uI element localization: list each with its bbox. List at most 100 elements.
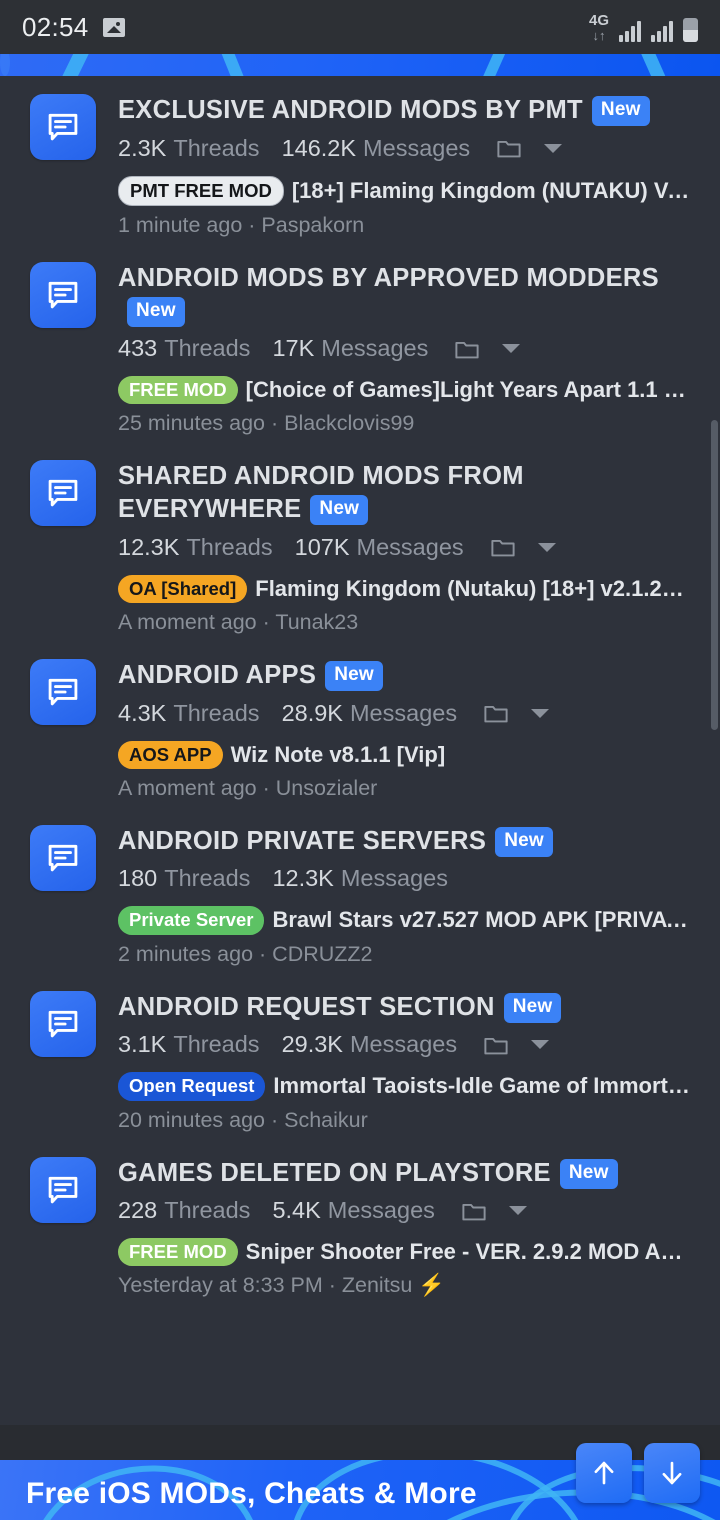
forum-node-last-post[interactable]: FREE MOD Sniper Shooter Free - VER. 2.9.2… — [118, 1238, 694, 1298]
last-post-line: PMT FREE MOD [18+] Flaming Kingdom (NUTAK… — [118, 175, 694, 206]
vertical-scrollbar[interactable] — [711, 420, 718, 730]
battery-icon — [683, 17, 698, 42]
forum-node-last-post[interactable]: Private Server Brawl Stars v27.527 MOD AP… — [118, 906, 694, 966]
chevron-down-icon[interactable] — [508, 1206, 527, 1216]
forum-node-title[interactable]: ANDROID MODS BY APPROVED MODDERS New — [118, 262, 694, 327]
thread-prefix-badge[interactable]: PMT FREE MOD — [118, 175, 284, 206]
last-post-title: [18+] Flaming Kingdom (NUTAKU) Ver. 2.1.… — [291, 177, 694, 203]
top-banner[interactable] — [0, 54, 720, 76]
messages-label: Messages — [349, 1031, 458, 1058]
last-post-meta: 25 minutes ago · Blackclovis99 — [118, 411, 415, 436]
messages-count: 107K — [294, 533, 350, 560]
messages-label: Messages — [363, 134, 471, 161]
banner-swoosh-icon — [61, 54, 93, 76]
folder-icon[interactable] — [496, 137, 522, 159]
threads-count: 12.3K — [118, 533, 180, 560]
new-badge: New — [127, 296, 185, 327]
forum-node-item[interactable]: ANDROID MODS BY APPROVED MODDERS New 433 Th… — [0, 244, 720, 443]
messages-count: 12.3K — [272, 865, 334, 892]
status-bar-left: 02:54 — [22, 12, 125, 43]
forum-node-body: ANDROID APPS New 4.3K Threads 28.9K Messages A… — [96, 659, 694, 801]
last-post-title: Wiz Note v8.1.1 [Vip] — [230, 741, 446, 767]
forum-node-item[interactable]: ANDROID REQUEST SECTION New 3.1K Threads 29.… — [0, 973, 720, 1139]
new-badge: New — [559, 1158, 618, 1189]
thread-prefix-badge[interactable]: Private Server — [118, 906, 265, 935]
forum-node-last-post[interactable]: Open Request Immortal Taoists-Idle Game o… — [118, 1072, 694, 1132]
last-post-line: FREE MOD Sniper Shooter Free - VER. 2.9.2… — [118, 1238, 694, 1267]
threads-count: 228 — [118, 1197, 158, 1224]
forum-node-title-text: ANDROID APPS — [118, 660, 317, 689]
last-post-meta: 2 minutes ago · CDRUZZ2 — [118, 941, 373, 966]
forum-message-icon — [30, 990, 96, 1057]
forum-node-body: SHARED ANDROID MODS FROM EVERYWHERE New 12… — [96, 460, 694, 635]
chevron-down-icon[interactable] — [502, 344, 521, 354]
thread-prefix-badge[interactable]: AOS APP — [118, 740, 223, 769]
chevron-down-icon[interactable] — [537, 542, 556, 552]
forum-node-stats: 12.3K Threads 107K Messages — [118, 534, 694, 561]
last-post-meta: A moment ago · Tunak23 — [118, 609, 359, 634]
scroll-up-button[interactable] — [576, 1443, 632, 1503]
folder-icon[interactable] — [454, 338, 480, 360]
forum-node-title-text: GAMES DELETED ON PLAYSTORE — [118, 1158, 551, 1187]
messages-count: 29.3K — [281, 1031, 343, 1058]
threads-label: Threads — [173, 134, 260, 161]
thread-prefix-badge[interactable]: Open Request — [118, 1072, 266, 1101]
forum-node-title[interactable]: SHARED ANDROID MODS FROM EVERYWHERE New — [118, 460, 694, 526]
forum-node-stats: 3.1K Threads 29.3K Messages — [118, 1031, 694, 1058]
chevron-down-icon[interactable] — [544, 143, 563, 153]
last-post-line: Open Request Immortal Taoists-Idle Game o… — [118, 1072, 694, 1101]
forum-node-title[interactable]: ANDROID PRIVATE SERVERS New — [118, 825, 694, 858]
thread-prefix-badge[interactable]: FREE MOD — [118, 376, 238, 405]
scroll-down-button[interactable] — [644, 1443, 700, 1503]
phone-screen: 02:54 4G ↓↑ EXCLUSIVE ANDROID MODS BY PM… — [0, 0, 720, 1520]
messages-count: 28.9K — [281, 699, 343, 726]
status-clock: 02:54 — [22, 11, 89, 42]
threads-count: 433 — [118, 335, 158, 362]
banner-swoosh-icon — [481, 54, 510, 76]
forum-node-last-post[interactable]: FREE MOD [Choice of Games]Light Years Apa… — [118, 376, 694, 436]
thread-prefix-badge[interactable]: OA [Shared] — [118, 574, 248, 603]
folder-icon[interactable] — [461, 1200, 487, 1222]
forum-node-last-post[interactable]: PMT FREE MOD [18+] Flaming Kingdom (NUTAK… — [118, 175, 694, 238]
banner-arc-icon — [0, 54, 10, 76]
forum-node-title[interactable]: EXCLUSIVE ANDROID MODS BY PMT New — [118, 94, 694, 127]
threads-label: Threads — [164, 1197, 251, 1224]
forum-node-item[interactable]: ANDROID PRIVATE SERVERS New 180 Threads 12.3… — [0, 807, 720, 973]
messages-label: Messages — [349, 699, 458, 726]
forum-node-list[interactable]: EXCLUSIVE ANDROID MODS BY PMT New 2.3K Thre… — [0, 76, 720, 1425]
forum-node-item[interactable]: EXCLUSIVE ANDROID MODS BY PMT New 2.3K Thre… — [0, 76, 720, 244]
chevron-down-icon[interactable] — [531, 1040, 550, 1050]
forum-node-body: GAMES DELETED ON PLAYSTORE New 228 Threads 5… — [96, 1157, 694, 1299]
forum-message-icon — [30, 94, 96, 160]
forum-node-title[interactable]: ANDROID APPS New — [118, 659, 694, 692]
forum-node-title-text: ANDROID MODS BY APPROVED MODDERS — [118, 263, 659, 292]
forum-node-last-post[interactable]: AOS APP Wiz Note v8.1.1 [Vip] A moment ago… — [118, 740, 694, 801]
forum-node-title[interactable]: GAMES DELETED ON PLAYSTORE New — [118, 1157, 694, 1190]
forum-node-body: ANDROID REQUEST SECTION New 3.1K Threads 29.… — [96, 991, 694, 1133]
messages-label: Messages — [340, 865, 448, 892]
threads-label: Threads — [173, 699, 260, 726]
threads-count: 4.3K — [118, 699, 167, 726]
forum-node-last-post[interactable]: OA [Shared] Flaming Kingdom (Nutaku) [18+… — [118, 574, 694, 635]
thread-prefix-badge[interactable]: FREE MOD — [118, 1238, 238, 1267]
last-post-title: Brawl Stars v27.527 MOD APK [PRIVATE SER… — [272, 907, 694, 933]
forum-node-title[interactable]: ANDROID REQUEST SECTION New — [118, 991, 694, 1024]
forum-node-item[interactable]: ANDROID APPS New 4.3K Threads 28.9K Messages A… — [0, 641, 720, 807]
forum-node-item[interactable]: SHARED ANDROID MODS FROM EVERYWHERE New 12… — [0, 442, 720, 641]
folder-icon[interactable] — [490, 536, 516, 558]
last-post-line: AOS APP Wiz Note v8.1.1 [Vip] — [118, 740, 694, 769]
messages-label: Messages — [321, 335, 429, 362]
network-type-icon: 4G ↓↑ — [589, 13, 609, 42]
messages-count: 146.2K — [281, 134, 357, 161]
forum-node-title-text: ANDROID PRIVATE SERVERS — [118, 826, 487, 855]
forum-message-icon — [30, 1156, 96, 1223]
threads-count: 3.1K — [118, 1031, 167, 1058]
threads-count: 2.3K — [118, 134, 167, 161]
folder-icon[interactable] — [483, 702, 509, 724]
chevron-down-icon[interactable] — [531, 708, 550, 718]
folder-icon[interactable] — [483, 1034, 509, 1056]
arrow-up-icon — [594, 1461, 614, 1485]
forum-node-item[interactable]: GAMES DELETED ON PLAYSTORE New 228 Threads 5… — [0, 1139, 720, 1305]
forum-node-body: ANDROID MODS BY APPROVED MODDERS New 433 Th… — [96, 262, 694, 437]
threads-label: Threads — [173, 1031, 260, 1058]
